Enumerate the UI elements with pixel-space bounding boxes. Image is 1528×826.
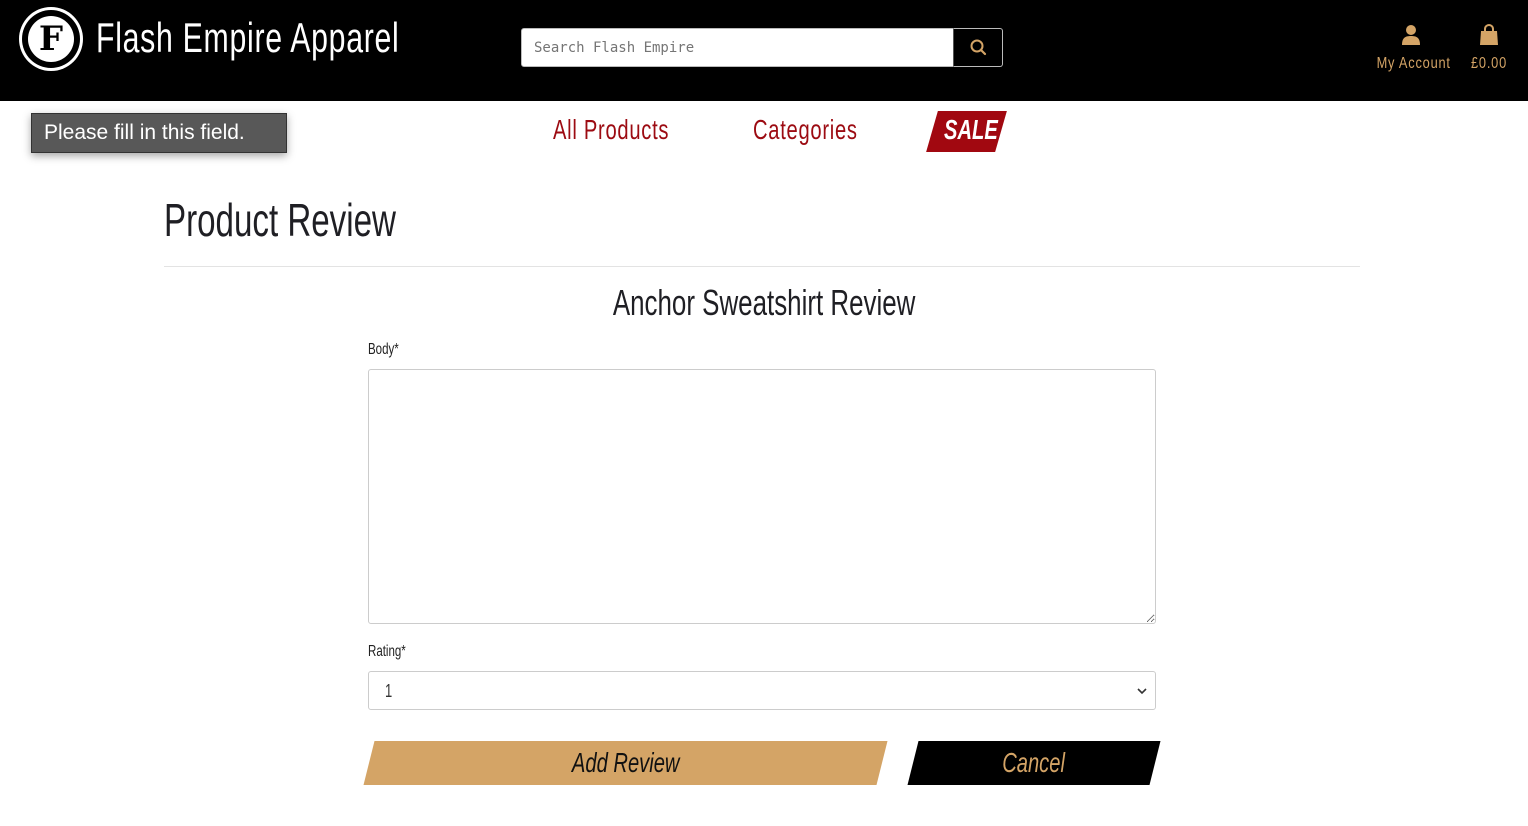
- body-label: Body*: [368, 341, 399, 358]
- user-icon: [1402, 25, 1420, 45]
- title-divider: [164, 266, 1360, 267]
- rating-selected-value: 1: [385, 681, 393, 701]
- my-account-link[interactable]: My Account: [1368, 24, 1454, 73]
- search-bar: [521, 28, 1003, 67]
- site-header: F Flash Empire Apparel My Account £0.00: [0, 0, 1528, 101]
- page-title: Product Review: [164, 194, 396, 246]
- validation-tooltip: Please fill in this field.: [31, 113, 287, 153]
- cart-total: £0.00: [1470, 55, 1508, 72]
- search-button[interactable]: [953, 28, 1003, 67]
- add-review-label: Add Review: [571, 747, 680, 778]
- search-icon: [970, 39, 987, 56]
- rating-select[interactable]: 1: [368, 671, 1156, 710]
- brand-logo[interactable]: F: [19, 7, 83, 71]
- nav-all-products[interactable]: All Products: [553, 114, 669, 146]
- logo-monogram: F: [38, 19, 64, 59]
- nav-categories[interactable]: Categories: [753, 114, 858, 146]
- cancel-label-wrap[interactable]: Cancel: [913, 741, 1155, 785]
- rating-label: Rating*: [368, 643, 406, 660]
- brand-name[interactable]: Flash Empire Apparel: [96, 14, 400, 62]
- chevron-down-icon: [1137, 688, 1147, 695]
- form-title-text: Anchor Sweatshirt Review: [612, 282, 916, 323]
- add-review-label-wrap[interactable]: Add Review: [369, 741, 882, 785]
- search-input[interactable]: [521, 28, 954, 67]
- shopping-bag-icon: [1480, 23, 1498, 45]
- cart-link[interactable]: £0.00: [1464, 23, 1514, 73]
- form-title: Anchor Sweatshirt Review: [0, 282, 1528, 324]
- cancel-label: Cancel: [1002, 747, 1066, 778]
- body-textarea[interactable]: [368, 369, 1156, 624]
- nav-sale[interactable]: SALE: [944, 114, 998, 146]
- my-account-label: My Account: [1376, 55, 1451, 72]
